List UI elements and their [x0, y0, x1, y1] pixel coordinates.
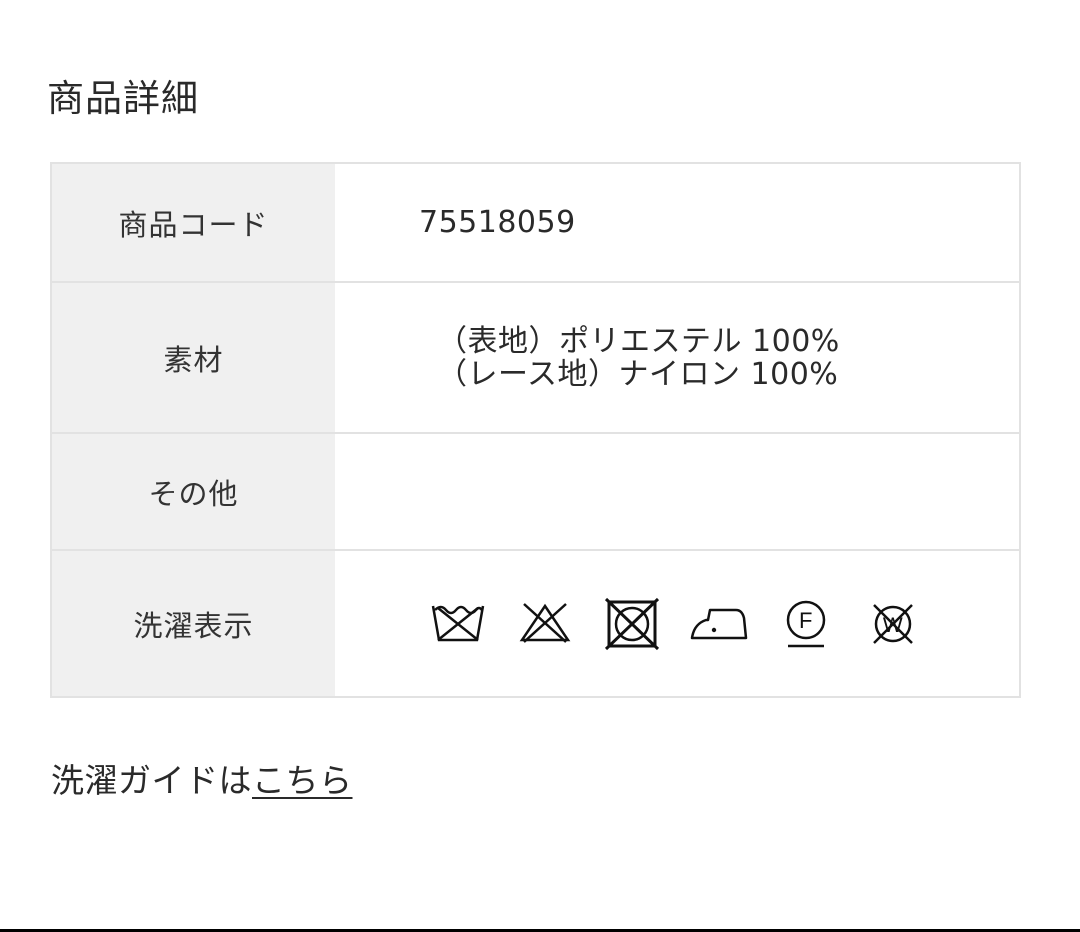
product-detail-table: 商品コード 75518059 素材 （表地）ポリエステル 100% （レース地）… [50, 162, 1021, 698]
table-row-care-labels: 洗濯表示 F [52, 551, 1019, 696]
iron-low-temp-icon [690, 608, 748, 639]
table-row-other: その他 [52, 434, 1019, 551]
svg-text:F: F [799, 608, 813, 633]
product-code-label: 商品コード [52, 164, 335, 281]
product-code-value: 75518059 [419, 205, 576, 240]
care-label-label: 洗濯表示 [52, 551, 335, 696]
washing-guide-link[interactable]: こちら [252, 761, 353, 800]
washing-guide-line: 洗濯ガイドはこちら [51, 756, 353, 806]
dry-clean-f-icon: F [786, 600, 826, 647]
hand-wash-40-icon [431, 605, 485, 641]
table-row-material: 素材 （表地）ポリエステル 100% （レース地）ナイロン 100% [52, 283, 1019, 434]
material-label: 素材 [52, 283, 335, 432]
other-value [335, 434, 1019, 549]
material-value: （表地）ポリエステル 100% （レース地）ナイロン 100% [335, 283, 1019, 432]
material-line-lace: （レース地）ナイロン 100% [437, 356, 839, 392]
section-title: 商品詳細 [47, 77, 199, 120]
other-label: その他 [52, 434, 335, 549]
no-tumble-dry-icon [604, 597, 660, 650]
no-bleach-icon [519, 602, 571, 643]
no-wet-clean-icon: W [873, 603, 913, 644]
washing-guide-prefix: 洗濯ガイドは [51, 761, 252, 800]
care-label-value: F W [335, 551, 1019, 696]
care-icons: F W [429, 596, 951, 652]
table-row-product-code: 商品コード 75518059 [52, 164, 1019, 283]
material-line-outer: （表地）ポリエステル 100% [437, 323, 840, 359]
